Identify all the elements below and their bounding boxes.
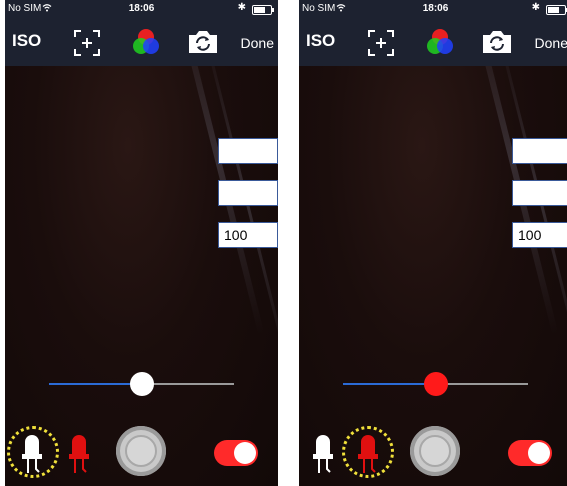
done-button[interactable]: Done (535, 35, 567, 51)
bluetooth-icon: ✱ (531, 2, 540, 13)
white-led-icon[interactable] (308, 428, 338, 478)
switch-camera-icon[interactable] (186, 28, 220, 56)
value-field-2[interactable] (512, 180, 567, 206)
flash-toggle[interactable] (214, 440, 258, 466)
battery-icon (252, 5, 274, 15)
status-time: 18:06 (422, 3, 449, 14)
slider-thumb[interactable] (129, 372, 154, 396)
iso-button[interactable]: ISO (306, 31, 335, 51)
top-bar: No SIM 18:06 ✱ ISO Done (299, 0, 567, 66)
status-bar: No SIM 18:06 ✱ (299, 0, 567, 18)
done-button[interactable]: Done (241, 35, 274, 51)
iso-button[interactable]: ISO (12, 31, 41, 51)
slider-track-max (141, 383, 234, 385)
phone-screen-2: No SIM 18:06 ✱ ISO Done 100 (299, 0, 567, 486)
toggle-knob (528, 442, 550, 464)
toggle-knob (234, 442, 256, 464)
focus-frame-icon[interactable] (366, 28, 396, 58)
battery-icon (546, 5, 567, 15)
status-bar: No SIM 18:06 ✱ (5, 0, 278, 18)
flash-toggle[interactable] (508, 440, 552, 466)
bottom-controls (5, 418, 278, 486)
value-field-1[interactable] (218, 138, 278, 164)
focus-frame-icon[interactable] (72, 28, 102, 58)
shutter-icon (419, 435, 451, 467)
value-field-3[interactable]: 100 (512, 222, 567, 248)
shutter-button[interactable] (116, 426, 166, 476)
slider-track-max (435, 383, 528, 385)
value-field-1[interactable] (512, 138, 567, 164)
battery-fill (548, 7, 560, 13)
slider[interactable] (49, 372, 234, 396)
switch-camera-icon[interactable] (480, 28, 514, 56)
rgb-color-icon[interactable] (425, 27, 455, 57)
white-led-icon[interactable] (17, 428, 47, 478)
toolbar: ISO Done (299, 18, 567, 66)
shutter-button[interactable] (410, 426, 460, 476)
slider-thumb[interactable] (423, 372, 448, 396)
value-field-3[interactable]: 100 (218, 222, 278, 248)
red-led-icon[interactable] (64, 428, 94, 478)
red-led-icon[interactable] (353, 428, 383, 478)
phone-screen-1: No SIM 18:06 ✱ ISO Done 100 (5, 0, 278, 486)
slider-track-min (343, 383, 436, 385)
bottom-controls (299, 418, 567, 486)
top-bar: No SIM 18:06 ✱ ISO Done (5, 0, 278, 66)
slider[interactable] (343, 372, 528, 396)
shutter-icon (125, 435, 157, 467)
rgb-color-icon[interactable] (131, 27, 161, 57)
bluetooth-icon: ✱ (237, 2, 246, 13)
slider-track-min (49, 383, 142, 385)
value-field-2[interactable] (218, 180, 278, 206)
toolbar: ISO Done (5, 18, 278, 66)
battery-fill (254, 7, 266, 13)
